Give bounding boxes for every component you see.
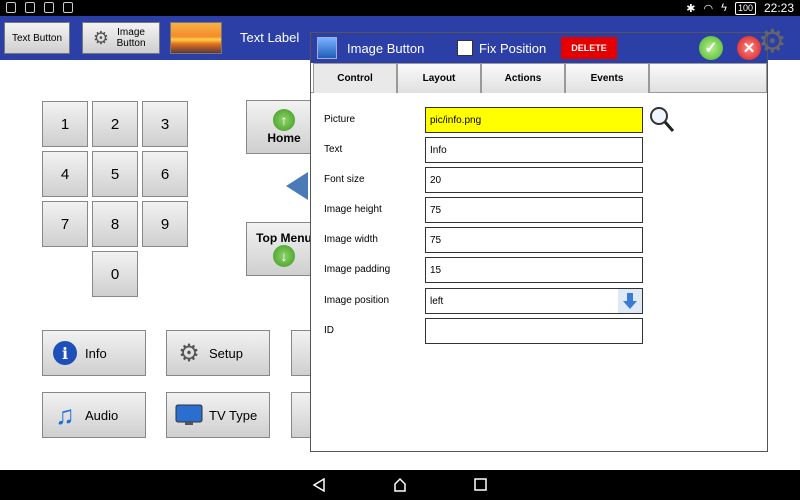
text-field[interactable]: Info: [425, 137, 643, 163]
svg-text:i: i: [62, 344, 68, 363]
tab-actions[interactable]: Actions: [481, 63, 565, 93]
status-bar: ✱ ◠ ϟ 100 22:23: [0, 0, 800, 16]
image-width-label: Image width: [324, 234, 378, 245]
system-nav-bar: [0, 470, 800, 500]
gear-icon: ⚙: [92, 27, 110, 48]
image-position-value: left: [430, 296, 444, 307]
key-4[interactable]: 4: [42, 151, 88, 197]
search-icon[interactable]: [649, 105, 675, 133]
image-width-field[interactable]: 75: [425, 227, 643, 253]
arrow-down-icon: ↓: [273, 245, 295, 267]
partial-button[interactable]: [291, 392, 311, 438]
image-position-select[interactable]: left: [425, 288, 643, 314]
picture-row: Picture pic/info.png: [311, 107, 769, 133]
dialog-tabs: Control Layout Actions Events: [311, 63, 767, 93]
gallery-icon: [6, 2, 16, 13]
bluetooth-icon: ✱: [686, 2, 696, 15]
text-button-widget[interactable]: Text Button: [4, 22, 70, 54]
partial-button[interactable]: [291, 330, 311, 376]
back-icon[interactable]: [312, 478, 326, 492]
fix-position-label: Fix Position: [479, 41, 547, 56]
battery-icon: 100: [734, 1, 756, 15]
key-8[interactable]: 8: [92, 201, 138, 247]
image-height-field[interactable]: 75: [425, 197, 643, 223]
tv-type-button[interactable]: TV Type: [166, 392, 270, 438]
image-height-row: Image height 75: [311, 197, 769, 223]
audio-button[interactable]: ♫ Audio: [42, 392, 146, 438]
image-button-icon: [317, 37, 337, 59]
key-7[interactable]: 7: [42, 201, 88, 247]
key-5[interactable]: 5: [92, 151, 138, 197]
font-size-label: Font size: [324, 174, 365, 185]
music-note-icon: ♫: [55, 399, 75, 430]
image-button-properties-dialog: Image Button Fix Position DELETE ✓ ✕ Con…: [310, 32, 768, 452]
text-label: Text: [324, 144, 343, 155]
clock: 22:23: [763, 1, 794, 15]
key-6[interactable]: 6: [142, 151, 188, 197]
image-position-label: Image position: [324, 295, 390, 306]
picture-label: Picture: [324, 114, 356, 125]
setup-button-label: Setup: [209, 345, 243, 361]
tab-events[interactable]: Events: [565, 63, 649, 93]
dialog-title: Image Button: [347, 41, 425, 56]
text-row: Text Info: [311, 137, 769, 163]
top-menu-button-label: Top Menu: [256, 231, 312, 245]
delete-button[interactable]: DELETE: [561, 37, 617, 59]
info-button-label: Info: [85, 345, 107, 361]
usb-icon: [44, 2, 54, 13]
image-button-widget[interactable]: ⚙ Image Button: [82, 22, 160, 54]
text-label-widget[interactable]: Text Label: [240, 30, 299, 45]
id-field[interactable]: [425, 318, 643, 344]
gear-icon: ⚙: [178, 339, 200, 367]
dialog-header: Image Button Fix Position DELETE ✓ ✕: [311, 33, 767, 63]
android-icon: [63, 2, 73, 13]
notification-icons: [6, 2, 73, 13]
picture-field[interactable]: pic/info.png: [425, 107, 643, 133]
font-size-field[interactable]: 20: [425, 167, 643, 193]
recents-icon[interactable]: [474, 478, 488, 492]
id-row: ID: [311, 318, 769, 344]
id-label: ID: [324, 325, 334, 336]
info-button[interactable]: i Info: [42, 330, 146, 376]
tv-type-button-label: TV Type: [209, 407, 258, 423]
audio-button-label: Audio: [85, 407, 119, 423]
image-padding-label: Image padding: [324, 264, 391, 275]
tv-icon: [175, 401, 203, 429]
image-widget[interactable]: [170, 22, 222, 54]
image-padding-row: Image padding 15: [311, 257, 769, 283]
key-2[interactable]: 2: [92, 101, 138, 147]
arrow-up-icon: ↑: [273, 109, 295, 131]
key-1[interactable]: 1: [42, 101, 88, 147]
key-9[interactable]: 9: [142, 201, 188, 247]
image-height-label: Image height: [324, 204, 382, 215]
key-0[interactable]: 0: [92, 251, 138, 297]
tab-layout[interactable]: Layout: [397, 63, 481, 93]
system-icons: ✱ ◠ ϟ 100 22:23: [686, 1, 794, 15]
arrow-down-icon[interactable]: [618, 289, 642, 313]
home-icon[interactable]: [393, 477, 407, 493]
tab-control[interactable]: Control: [313, 63, 397, 93]
image-button-widget-label: Image Button: [116, 27, 146, 49]
settings-gear-icon[interactable]: ⚙: [758, 22, 787, 60]
image-position-row: Image position left: [311, 288, 769, 314]
home-button-label: Home: [267, 131, 301, 145]
fix-position-checkbox[interactable]: [457, 40, 473, 56]
key-3[interactable]: 3: [142, 101, 188, 147]
setup-button[interactable]: ⚙ Setup: [166, 330, 270, 376]
image-padding-field[interactable]: 15: [425, 257, 643, 283]
wifi-icon: ◠: [703, 2, 714, 15]
left-arrow-button[interactable]: [286, 172, 308, 200]
font-size-row: Font size 20: [311, 167, 769, 193]
image-width-row: Image width 75: [311, 227, 769, 253]
confirm-check-icon[interactable]: ✓: [699, 36, 723, 60]
info-icon: i: [51, 339, 79, 367]
tab-filler: [649, 63, 767, 92]
shield-icon: [25, 2, 35, 13]
charging-icon: ϟ: [721, 2, 727, 14]
